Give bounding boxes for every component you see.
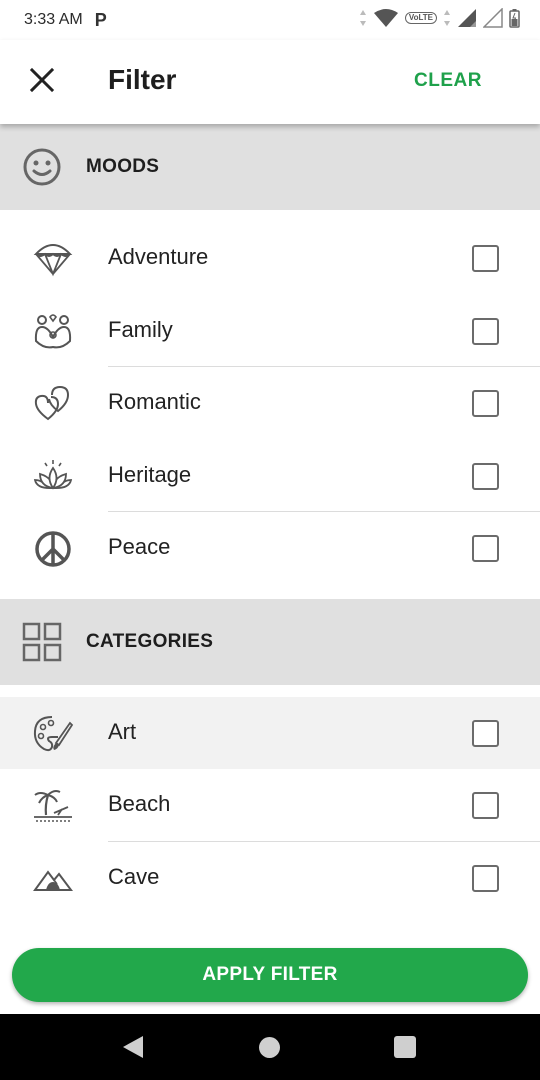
parachute-icon xyxy=(33,244,73,277)
apply-filter-button[interactable]: APPLY FILTER xyxy=(12,948,528,1002)
notification-p-icon: P xyxy=(94,9,107,30)
status-time: 3:33 AM xyxy=(24,11,83,28)
checkbox-family[interactable] xyxy=(472,317,499,345)
list-item-romantic[interactable]: Romantic xyxy=(0,367,540,440)
status-icons: VoLTE xyxy=(359,8,520,28)
beach-icon xyxy=(34,790,72,822)
checkbox-heritage[interactable] xyxy=(472,462,499,490)
peace-icon xyxy=(35,531,71,567)
item-label: Adventure xyxy=(108,244,209,269)
signal-empty-icon xyxy=(483,8,503,28)
signal-icon xyxy=(458,9,476,27)
checkbox-adventure[interactable] xyxy=(472,245,499,272)
list-item-heritage[interactable]: Heritage xyxy=(0,440,540,512)
checkbox-cave[interactable] xyxy=(472,864,499,892)
checkbox-romantic[interactable] xyxy=(472,390,499,417)
list-item-art[interactable]: Art xyxy=(0,696,540,769)
item-label: Romantic xyxy=(108,389,201,414)
list-item-peace[interactable]: Peace xyxy=(0,512,540,585)
list-item-beach[interactable]: Beach xyxy=(0,769,540,842)
clear-button[interactable]: CLEAR xyxy=(414,70,482,92)
app-bar: Filter CLEAR xyxy=(0,40,540,124)
section-header-categories: CATEGORIES xyxy=(0,598,540,685)
list-item-cave[interactable]: Cave xyxy=(0,842,540,915)
family-icon xyxy=(34,313,72,348)
home-icon[interactable] xyxy=(259,1037,280,1058)
list-item-family[interactable]: Family xyxy=(0,295,540,367)
item-label: Family xyxy=(108,316,173,342)
apply-button-container: APPLY FILTER xyxy=(12,948,528,1002)
item-label: Peace xyxy=(108,534,171,559)
data-arrows-icon-2 xyxy=(444,10,450,26)
palette-icon xyxy=(33,715,74,751)
categories-list: Art Beach Cave xyxy=(0,685,540,929)
lotus-icon xyxy=(33,459,73,490)
back-icon[interactable] xyxy=(122,1035,144,1059)
system-nav-bar xyxy=(0,1014,540,1080)
status-bar: 3:33 AM P VoLTE xyxy=(0,0,540,40)
list-item-adventure[interactable]: Adventure xyxy=(0,222,540,295)
checkbox-art[interactable] xyxy=(472,719,499,747)
checkbox-beach[interactable] xyxy=(472,792,499,819)
filter-list[interactable]: MOODS Adventure Family Romantic Heritage… xyxy=(0,124,540,936)
battery-icon xyxy=(509,9,520,28)
moods-list: Adventure Family Romantic Heritage Peace xyxy=(0,210,540,599)
item-label: Heritage xyxy=(108,461,192,487)
item-label: Art xyxy=(108,718,137,744)
smiley-icon xyxy=(23,148,61,186)
grid-icon xyxy=(22,622,62,661)
data-arrows-icon xyxy=(359,10,366,26)
page-title: Filter xyxy=(108,64,177,95)
item-label: Beach xyxy=(108,791,171,816)
section-header-moods: MOODS xyxy=(0,124,540,210)
section-label-moods: MOODS xyxy=(86,156,160,177)
close-icon[interactable] xyxy=(24,62,60,98)
hearts-icon xyxy=(34,385,70,421)
volte-icon: VoLTE xyxy=(404,12,437,24)
checkbox-peace[interactable] xyxy=(472,535,499,562)
recent-apps-icon[interactable] xyxy=(394,1036,416,1058)
cave-icon xyxy=(33,869,73,891)
section-label-categories: CATEGORIES xyxy=(86,630,214,652)
wifi-icon xyxy=(373,9,398,27)
item-label: Cave xyxy=(108,863,160,889)
